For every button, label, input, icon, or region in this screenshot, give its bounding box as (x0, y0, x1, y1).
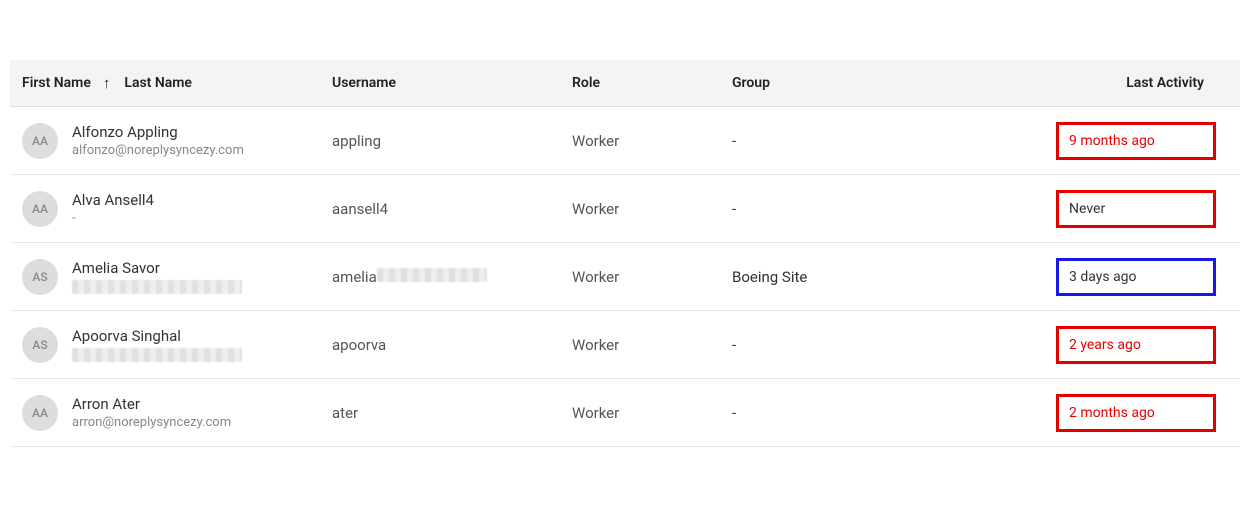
table-row[interactable]: AS Amelia Savor amelia Worker Boeing Sit… (10, 243, 1240, 311)
table-row[interactable]: AA Arron Ater arron@noreplysyncezy.com a… (10, 379, 1240, 447)
col-header-activity[interactable]: Last Activity (1022, 75, 1222, 91)
last-activity-text: 2 months ago (1069, 405, 1155, 421)
user-email: - (72, 211, 154, 226)
user-role: Worker (572, 132, 732, 150)
col-header-group[interactable]: Group (732, 75, 1022, 91)
user-group: - (732, 336, 1022, 354)
user-username: ater (332, 404, 572, 422)
col-header-username[interactable]: Username (332, 75, 572, 91)
col-header-role[interactable]: Role (572, 75, 732, 91)
user-email: alfonzo@noreplysyncezy.com (72, 143, 244, 158)
avatar: AA (22, 395, 58, 431)
last-activity-box: 2 years ago (1056, 326, 1216, 364)
col-header-last: Last Name (124, 75, 192, 91)
user-role: Worker (572, 200, 732, 218)
last-activity-text: Never (1069, 201, 1105, 217)
user-group: - (732, 404, 1022, 422)
user-group: - (732, 200, 1022, 218)
user-username: apoorva (332, 336, 572, 354)
username-prefix: amelia (332, 268, 377, 286)
user-username: aansell4 (332, 200, 572, 218)
avatar: AA (22, 191, 58, 227)
last-activity-text: 3 days ago (1069, 269, 1137, 285)
table-row[interactable]: AS Apoorva Singhal apoorva Worker - 2 ye… (10, 311, 1240, 379)
col-header-name[interactable]: First Name ↑ Last Name (22, 74, 332, 92)
user-email-redacted (72, 280, 242, 294)
user-role: Worker (572, 268, 732, 286)
user-role: Worker (572, 404, 732, 422)
avatar: AS (22, 259, 58, 295)
user-full-name: Alfonzo Appling (72, 123, 244, 141)
user-full-name: Arron Ater (72, 395, 231, 413)
user-group: - (732, 132, 1022, 150)
last-activity-box: Never (1056, 190, 1216, 228)
user-username: amelia (332, 268, 572, 286)
table-row[interactable]: AA Alva Ansell4 - aansell4 Worker - Neve… (10, 175, 1240, 243)
user-role: Worker (572, 336, 732, 354)
user-email: arron@noreplysyncezy.com (72, 415, 231, 430)
user-full-name: Apoorva Singhal (72, 327, 242, 345)
user-group: Boeing Site (732, 268, 1022, 286)
table-header-row: First Name ↑ Last Name Username Role Gro… (10, 60, 1240, 107)
user-full-name: Alva Ansell4 (72, 191, 154, 209)
user-full-name: Amelia Savor (72, 259, 242, 277)
last-activity-box: 3 days ago (1056, 258, 1216, 296)
last-activity-text: 9 months ago (1069, 133, 1155, 149)
user-email-redacted (72, 348, 242, 362)
last-activity-box: 2 months ago (1056, 394, 1216, 432)
last-activity-text: 2 years ago (1069, 337, 1141, 353)
avatar: AS (22, 327, 58, 363)
user-username: appling (332, 132, 572, 150)
col-header-first: First Name (22, 75, 91, 91)
sort-asc-icon[interactable]: ↑ (103, 74, 111, 92)
avatar: AA (22, 123, 58, 159)
users-table: First Name ↑ Last Name Username Role Gro… (10, 60, 1240, 447)
last-activity-box: 9 months ago (1056, 122, 1216, 160)
table-row[interactable]: AA Alfonzo Appling alfonzo@noreplysyncez… (10, 107, 1240, 175)
username-redacted (377, 268, 487, 282)
